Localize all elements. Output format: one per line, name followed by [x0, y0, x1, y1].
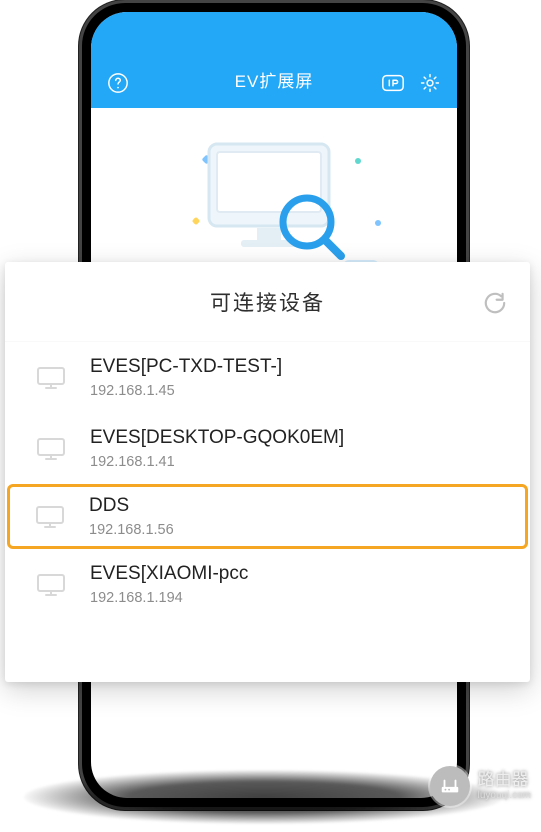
watermark: 路由器 luyouqi.com [430, 766, 531, 806]
device-modal: 可连接设备 EVES[PC-TXD-TEST-] 192.168.1.45 [5, 262, 530, 682]
app-header: EV扩展屏 [91, 12, 457, 108]
ip-icon[interactable] [381, 72, 405, 94]
device-name: EVES[PC-TXD-TEST-] [90, 356, 282, 378]
device-list: EVES[PC-TXD-TEST-] 192.168.1.45 EVES[DES… [5, 342, 530, 620]
device-name: DDS [89, 495, 174, 517]
device-ip: 192.168.1.194 [90, 590, 248, 606]
modal-header: 可连接设备 [5, 262, 530, 342]
device-row[interactable]: DDS 192.168.1.56 [7, 484, 528, 549]
device-row[interactable]: EVES[XIAOMI-pcc 192.168.1.194 [5, 549, 530, 620]
device-row[interactable]: EVES[DESKTOP-GQOK0EM] 192.168.1.41 [5, 413, 530, 484]
gear-icon[interactable] [419, 72, 441, 94]
hero-illustration [91, 108, 457, 278]
device-name: EVES[XIAOMI-pcc [90, 563, 248, 585]
help-icon[interactable] [107, 72, 129, 94]
device-name: EVES[DESKTOP-GQOK0EM] [90, 427, 344, 449]
monitor-icon [199, 136, 349, 266]
refresh-icon[interactable] [482, 290, 508, 316]
monitor-small-icon [34, 571, 68, 599]
router-icon [430, 766, 470, 806]
modal-title: 可连接设备 [210, 287, 325, 317]
device-ip: 192.168.1.56 [89, 522, 174, 538]
monitor-small-icon [33, 503, 67, 531]
watermark-sub: luyouqi.com [478, 790, 531, 801]
device-ip: 192.168.1.45 [90, 383, 282, 399]
monitor-small-icon [34, 435, 68, 463]
device-row[interactable]: EVES[PC-TXD-TEST-] 192.168.1.45 [5, 342, 530, 413]
monitor-small-icon [34, 364, 68, 392]
watermark-title: 路由器 [478, 771, 531, 790]
device-ip: 192.168.1.41 [90, 454, 344, 470]
